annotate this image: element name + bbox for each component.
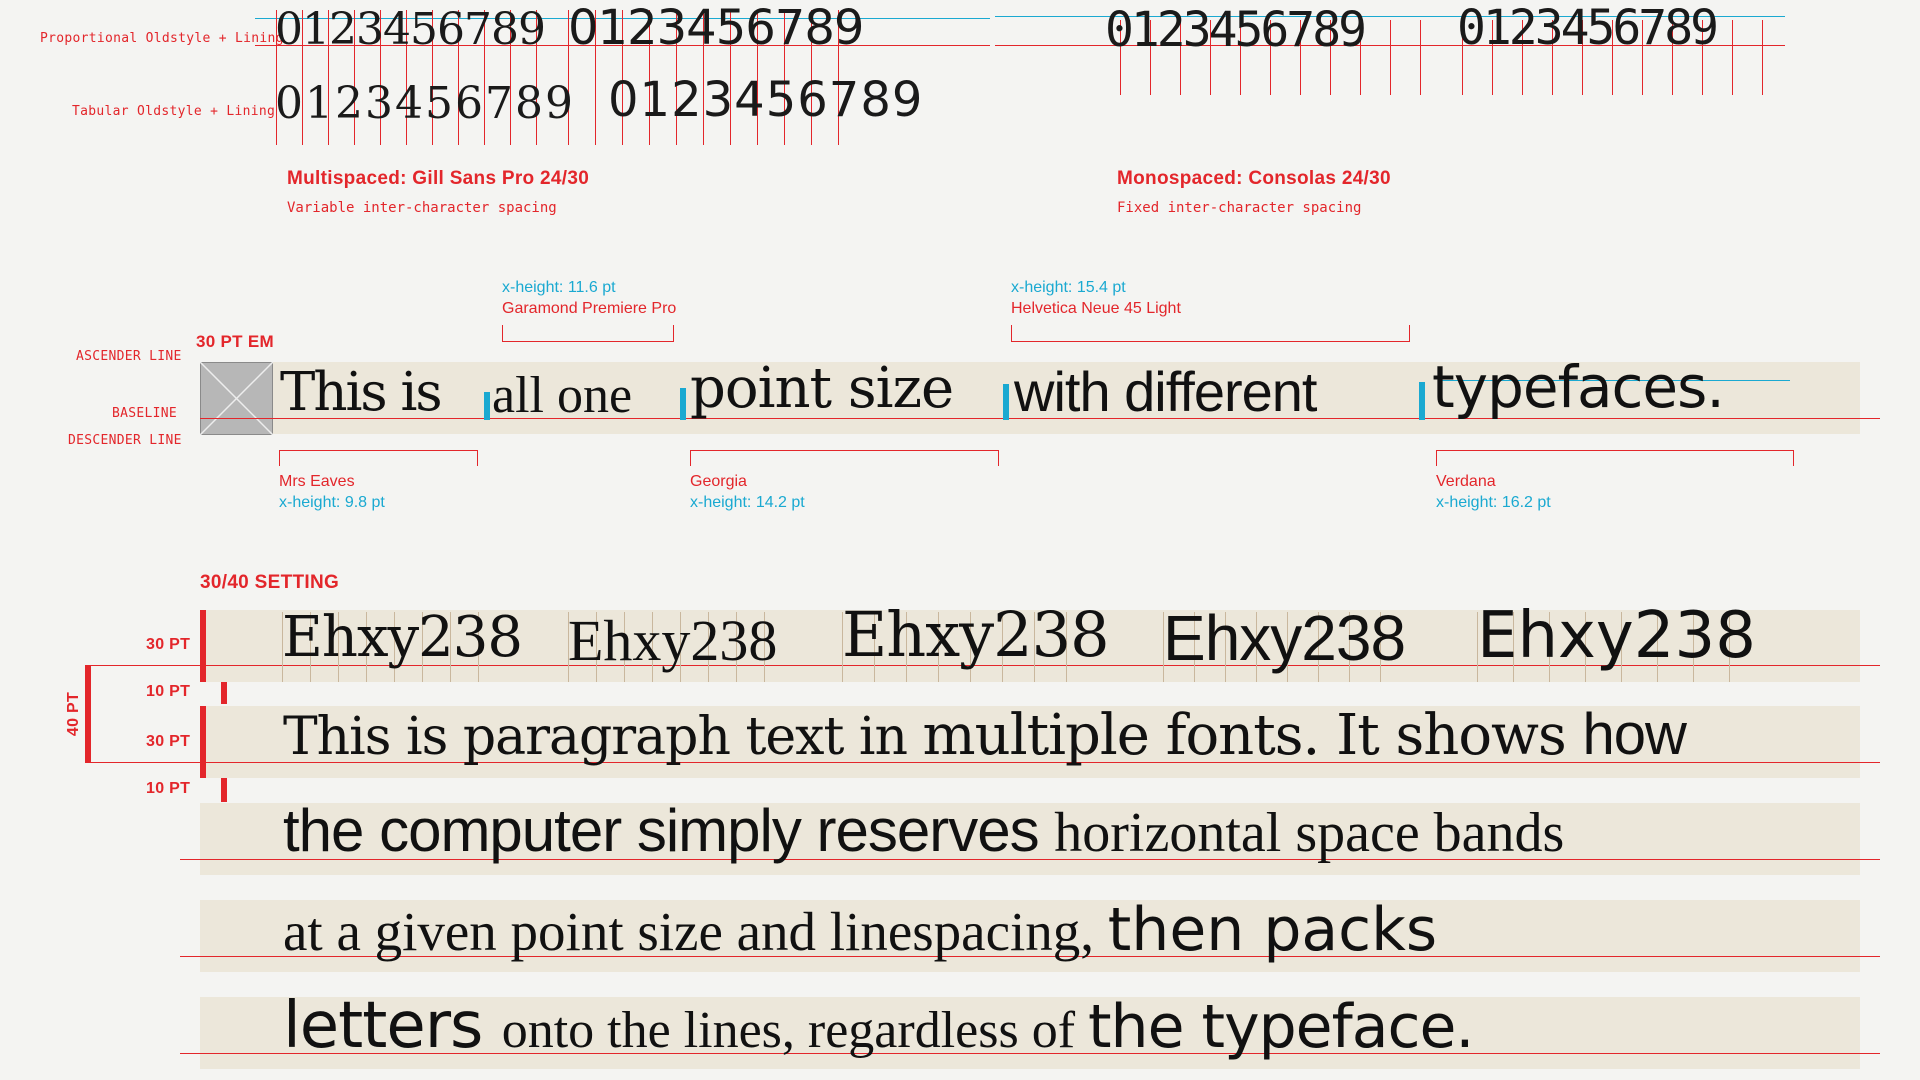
measure-10pt-a (221, 682, 227, 704)
sample-georgia: Ehxy238 (842, 598, 1110, 671)
sample-verdana: Ehxy238 (1477, 599, 1756, 673)
measure-30pt-a (200, 610, 206, 682)
monospaced-title: Monospaced: Consolas 24/30 (1117, 168, 1391, 189)
em-label: 30 PT EM (196, 332, 274, 351)
bracket-georgia (690, 450, 999, 466)
label-30pt-a: 30 PT (146, 636, 191, 653)
row2-label: Tabular Oldstyle + Lining (72, 104, 276, 119)
tab-oldstyle-digits: 0123456789 (275, 78, 575, 129)
em-box-icon (200, 362, 273, 435)
xheight-marker-1 (484, 392, 490, 420)
multispaced-title: Multispaced: Gill Sans Pro 24/30 (287, 168, 590, 189)
spacing-tick (1420, 20, 1421, 95)
xheight-marker-2 (680, 388, 686, 420)
paragraph-line-1: This is paragraph text in multiple fonts… (283, 706, 1687, 767)
xheight-marker-4 (1419, 382, 1425, 420)
line2-part-garamond: horizontal space bands (1054, 802, 1565, 864)
spacing-tick (1732, 20, 1733, 95)
mrs-eaves-xheight: x-height: 9.8 pt (279, 494, 385, 511)
verdana-name: Verdana (1436, 473, 1496, 490)
segment-georgia: point size (690, 356, 954, 421)
row1-label: Proportional Oldstyle + Lining (40, 31, 284, 46)
mrs-eaves-name: Mrs Eaves (279, 473, 355, 490)
verdana-xheight: x-height: 16.2 pt (1436, 494, 1551, 511)
segment-helvetica: with different (1014, 360, 1317, 423)
sample-garamond: Ehxy238 (568, 608, 778, 673)
line3-part-garamond: at a given point size and linespacing, (283, 901, 1108, 962)
bracket-verdana (1436, 450, 1794, 466)
line4-part-garamond: onto the lines, regardless of (501, 1002, 1089, 1059)
bracket-mrs-eaves (279, 450, 478, 466)
paragraph-line-4: letters onto the lines, regardless of th… (283, 994, 1474, 1059)
monospaced-note: Fixed inter-character spacing (1117, 200, 1362, 216)
sample-mrs-eaves: Ehxy238 (282, 605, 523, 670)
paragraph-line-3: at a given point size and linespacing, t… (283, 900, 1437, 960)
sample-helvetica: Ehxy238 (1163, 602, 1406, 674)
georgia-name: Georgia (690, 473, 747, 490)
line2-part-helvetica: the computer simply reserves (283, 797, 1055, 864)
spacing-tick (1762, 20, 1763, 95)
prop-oldstyle-digits: 0123456789 (275, 4, 546, 55)
georgia-xheight: x-height: 14.2 pt (690, 494, 805, 511)
measure-10pt-b (221, 778, 227, 802)
mono-digits-2: 0123456789 (1457, 0, 1719, 56)
descender-label: DESCENDER LINE (68, 433, 182, 448)
segment-garamond: all one (492, 367, 633, 424)
ascender-label: ASCENDER LINE (76, 349, 182, 364)
measure-40pt (85, 665, 91, 763)
line4-part-verdana: letters (283, 989, 502, 1063)
baseline-label: BASELINE (112, 406, 178, 421)
line1-part-helvetica: how (1582, 702, 1687, 767)
bracket-helvetica (1011, 325, 1410, 342)
mono-digits-1: 0123456789 (1105, 2, 1367, 58)
multispaced-note: Variable inter-character spacing (287, 200, 557, 216)
spacing-tick (1390, 20, 1391, 95)
line3-part-verdana: then packs (1107, 895, 1438, 965)
line1-part-georgia: multiple fonts. It shows (922, 703, 1583, 768)
measure-30pt-b (200, 706, 206, 778)
xheight-marker-3 (1003, 384, 1009, 420)
line4-part-verdana-end: the typeface. (1088, 992, 1474, 1062)
label-40pt: 40 PT (65, 691, 82, 737)
setting-title: 30/40 SETTING (200, 572, 340, 593)
line1-part-mrs: This is paragraph text in (283, 707, 923, 767)
label-10pt-b: 10 PT (146, 780, 191, 797)
prop-lining-digits: 0123456789 (568, 0, 864, 56)
paragraph-line-2: the computer simply reserves horizontal … (283, 801, 1565, 864)
garamond-xheight: x-height: 11.6 pt (502, 279, 616, 296)
helvetica-xheight: x-height: 15.4 pt (1011, 279, 1126, 296)
tab-lining-digits: 0123456789 (608, 72, 924, 128)
label-10pt-a: 10 PT (146, 683, 191, 700)
bracket-garamond (502, 325, 674, 342)
segment-verdana: typefaces. (1432, 353, 1725, 421)
segment-mrs-eaves: This is (280, 362, 443, 423)
label-30pt-b: 30 PT (146, 733, 191, 750)
helvetica-name: Helvetica Neue 45 Light (1011, 300, 1181, 317)
garamond-name: Garamond Premiere Pro (502, 300, 677, 317)
